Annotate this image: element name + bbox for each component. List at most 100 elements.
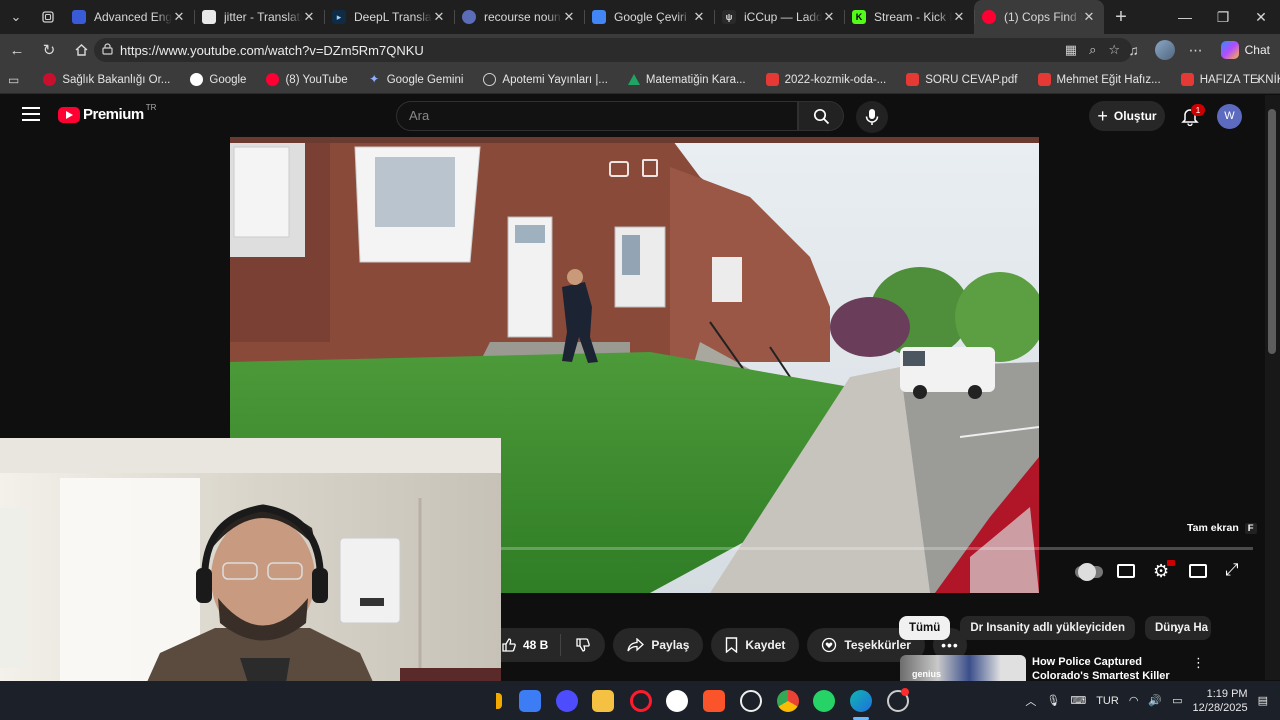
chapter-notes-icon[interactable] <box>642 159 658 177</box>
chip-from-uploader[interactable]: Dr Insanity adlı yükleyiciden <box>960 616 1135 640</box>
battery-icon[interactable]: ▭ <box>1172 694 1182 707</box>
youtube-premium-logo[interactable]: Premium TR <box>58 103 156 123</box>
recommended-video[interactable]: genius How Police Captured Colorado's Sm… <box>900 655 1265 681</box>
browser-tab-jitter[interactable]: jitter - Translation ✕ <box>194 0 324 34</box>
chips-next-chevron-icon[interactable]: › <box>1174 620 1192 638</box>
input-language[interactable]: TUR <box>1096 695 1119 707</box>
workspaces-icon[interactable] <box>32 0 64 34</box>
notification-center-icon[interactable]: ▤ <box>1258 694 1268 707</box>
chatgpt-icon[interactable] <box>740 690 762 712</box>
like-count: 48 B <box>523 638 549 652</box>
bookmark-item[interactable]: Matematiğin Kara... <box>618 74 756 86</box>
miniplayer-icon[interactable] <box>609 161 629 177</box>
opera-icon[interactable] <box>630 690 652 712</box>
bookmark-item[interactable]: ✦ Google Gemini <box>358 73 474 86</box>
wifi-icon[interactable]: ◠ <box>1129 694 1139 707</box>
file-explorer-icon[interactable] <box>592 690 614 712</box>
browser-tab-google-ceviri[interactable]: Google Çeviri ✕ <box>584 0 714 34</box>
close-tab-icon[interactable]: ✕ <box>952 9 966 25</box>
taskbar-app-icon[interactable] <box>519 690 541 712</box>
browser-tab-advanced-english[interactable]: Advanced English ✕ <box>64 0 194 34</box>
app-badge-icon <box>901 688 909 696</box>
scrollbar-thumb[interactable] <box>1268 109 1276 354</box>
like-button[interactable]: 48 B <box>501 634 562 656</box>
close-tab-icon[interactable]: ✕ <box>822 9 836 25</box>
bookmark-item[interactable]: Apotemi Yayınları |... <box>473 73 617 86</box>
minimize-icon[interactable]: — <box>1166 0 1204 34</box>
browser-tab-deepl[interactable]: ▸ DeepL Translate: D ✕ <box>324 0 454 34</box>
bookmark-item[interactable]: HAFIZA TEKNİKLER... <box>1171 73 1280 86</box>
tab-favicon-icon: ▸ <box>332 10 346 24</box>
copilot-chat-button[interactable]: Chat <box>1211 41 1280 59</box>
microphone-tray-icon[interactable]: 🎙 <box>1046 694 1060 707</box>
more-bookmarks-chevron-icon[interactable]: › <box>1256 72 1260 87</box>
save-button[interactable]: Kaydet <box>711 628 800 662</box>
account-avatar[interactable]: W <box>1217 104 1242 129</box>
video-actions: 48 B Paylaş Kaydet Teşekkürler ••• <box>501 628 967 662</box>
yandex-icon[interactable] <box>666 690 688 712</box>
whatsapp-icon[interactable] <box>813 690 835 712</box>
chrome-icon[interactable] <box>777 690 799 712</box>
browser-tab-recourse[interactable]: recourse noun - D ✕ <box>454 0 584 34</box>
close-tab-icon[interactable]: ✕ <box>432 9 446 25</box>
show-hidden-icons-chevron[interactable]: ︿ <box>1025 693 1036 709</box>
collections-icon[interactable]: ▭ <box>8 73 19 87</box>
guide-menu-icon[interactable] <box>22 107 40 121</box>
address-bar[interactable]: https://www.youtube.com/watch?v=DZm5Rm7Q… <box>94 38 1132 62</box>
close-tab-icon[interactable]: ✕ <box>302 9 316 25</box>
fullscreen-icon[interactable]: ⤢ <box>1225 560 1239 580</box>
progress-bar[interactable] <box>500 547 1253 550</box>
close-tab-icon[interactable]: ✕ <box>562 9 576 25</box>
bookmark-item[interactable]: 2022-kozmik-oda-... <box>756 73 897 86</box>
volume-icon[interactable]: 🔊 <box>1148 694 1162 707</box>
brave-icon[interactable] <box>703 690 725 712</box>
browser-tab-kick[interactable]: K Stream - Kick Dash ✕ <box>844 0 974 34</box>
webcam-scene <box>0 438 501 720</box>
close-tab-icon[interactable]: ✕ <box>692 9 706 25</box>
bookmark-item[interactable]: Google <box>180 73 256 86</box>
recommended-menu-icon[interactable]: ⋮ <box>1192 655 1205 671</box>
zoom-search-icon[interactable]: ⌕ <box>1089 42 1096 58</box>
settings-more-icon[interactable]: ⋯ <box>1181 42 1211 59</box>
apps-icon[interactable]: ▦ <box>1065 42 1077 58</box>
bookmark-item[interactable]: SORU CEVAP.pdf <box>896 73 1027 86</box>
thanks-heart-icon <box>822 637 837 653</box>
extensions-icon[interactable]: ♫ <box>1119 42 1149 58</box>
recommended-title[interactable]: How Police Captured Colorado's Smartest … <box>1032 655 1192 681</box>
profile-avatar[interactable] <box>1154 40 1175 60</box>
recommended-thumbnail[interactable]: genius <box>900 655 1026 681</box>
restore-icon[interactable]: ❐ <box>1204 0 1242 34</box>
close-tab-icon[interactable]: ✕ <box>1082 9 1096 25</box>
create-button[interactable]: + Oluştur <box>1089 101 1165 131</box>
browser-tab-youtube-active[interactable]: (1) Cops Find Miss ✕ <box>974 0 1104 34</box>
refresh-icon[interactable]: ↻ <box>34 35 64 65</box>
bookmark-item[interactable]: Sağlık Bakanlığı Or... <box>33 73 180 86</box>
site-info-icon[interactable] <box>102 42 118 58</box>
browser-toolbar: ← ↻ https://www.youtube.com/watch?v=DZm5… <box>0 34 1280 66</box>
search-input[interactable]: Ara <box>396 101 798 131</box>
close-window-icon[interactable]: ✕ <box>1242 0 1280 34</box>
page-scrollbar[interactable] <box>1265 95 1280 680</box>
notifications-button[interactable]: 1 <box>1177 103 1205 129</box>
edge-icon[interactable] <box>850 690 872 712</box>
bookmark-item[interactable]: Mehmet Eğit Hafız... <box>1028 73 1171 86</box>
dislike-button[interactable] <box>561 637 605 653</box>
tab-favicon-icon: K <box>852 10 866 24</box>
chip-all[interactable]: Tümü <box>899 616 951 640</box>
close-tab-icon[interactable]: ✕ <box>172 9 186 25</box>
subtitles-icon[interactable] <box>1117 564 1135 578</box>
share-button[interactable]: Paylaş <box>613 628 704 662</box>
browser-tab-iccup[interactable]: ψ iCCup — Ladder, I ✕ <box>714 0 844 34</box>
search-button[interactable] <box>798 101 844 131</box>
new-tab-button[interactable]: + <box>1104 0 1138 34</box>
theater-mode-icon[interactable] <box>1189 564 1207 578</box>
home-icon[interactable] <box>66 35 96 65</box>
back-arrow-icon[interactable]: ← <box>2 35 32 65</box>
taskbar-clock[interactable]: 1:19 PM 12/28/2025 <box>1193 687 1248 715</box>
taskbar-app-icon[interactable] <box>556 690 578 712</box>
voice-search-button[interactable] <box>856 101 888 133</box>
fullscreen-tooltip: Tam ekran F <box>1187 522 1257 534</box>
bookmark-item[interactable]: (8) YouTube <box>256 73 357 86</box>
keyboard-icon[interactable]: ⌨ <box>1070 694 1086 707</box>
tab-actions-chevron-icon[interactable]: ⌄ <box>0 0 32 34</box>
